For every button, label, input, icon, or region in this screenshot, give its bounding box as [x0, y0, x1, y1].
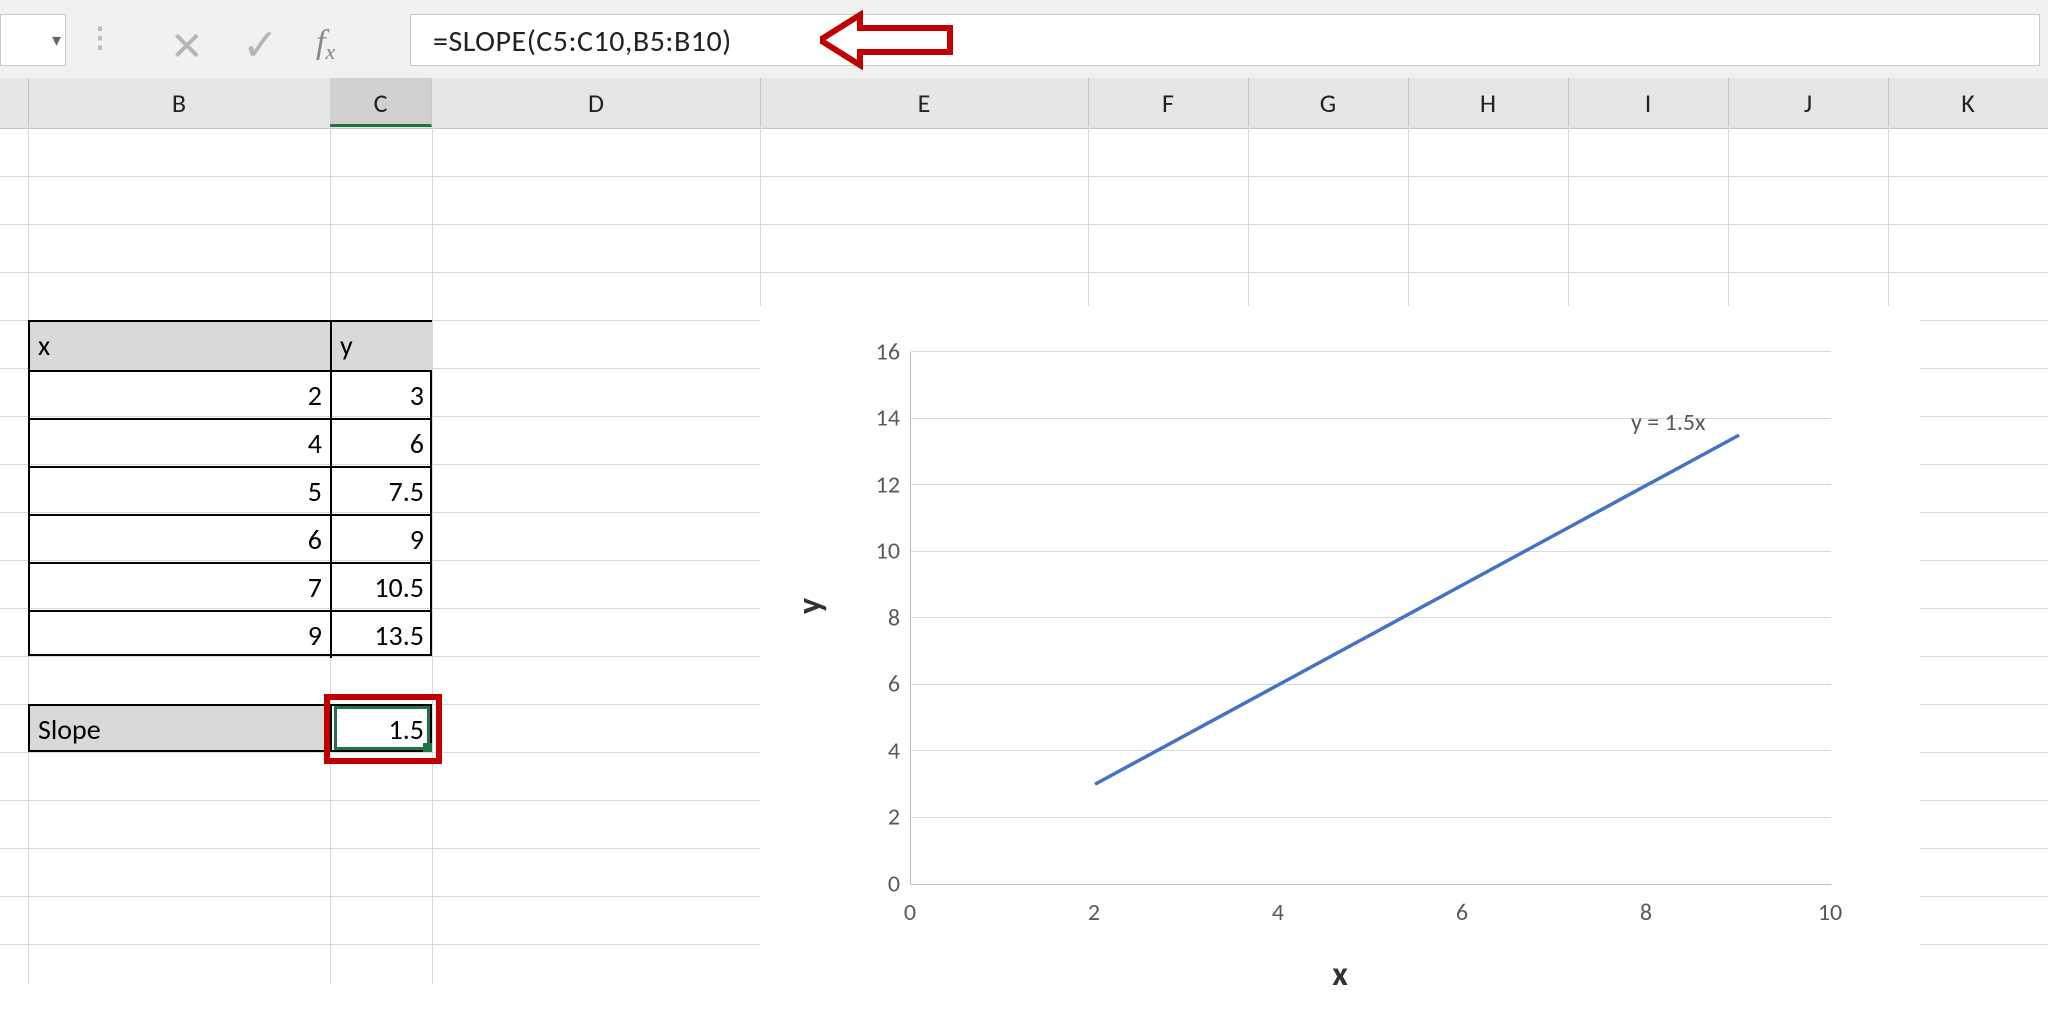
x-tick: 8	[1640, 898, 1652, 927]
column-header-C[interactable]: C	[330, 78, 432, 127]
name-box-dropdown-icon[interactable]: ▾	[52, 29, 61, 51]
slope-value[interactable]: 1.5	[332, 706, 432, 750]
cell-y[interactable]: 3	[332, 370, 432, 418]
column-header-I[interactable]: I	[1568, 78, 1729, 127]
y-tick: 0	[860, 870, 900, 899]
chart-y-axis-title: y	[790, 598, 831, 614]
trendline-equation: y = 1.5x	[1631, 408, 1705, 437]
x-tick: 6	[1456, 898, 1468, 927]
y-tick: 14	[860, 404, 900, 433]
cell-y[interactable]: 7.5	[332, 466, 432, 514]
chart-x-axis-title: x	[1332, 954, 1348, 995]
y-tick: 12	[860, 471, 900, 500]
formula-input[interactable]: =SLOPE(C5:C10,B5:B10)	[410, 14, 2040, 66]
column-header-F[interactable]: F	[1088, 78, 1249, 127]
data-table: x y 2 3 4 6 5 7.5 6 9 7 10.5 9 13.5	[28, 320, 432, 656]
y-tick: 6	[860, 670, 900, 699]
y-tick: 2	[860, 803, 900, 832]
cell-y[interactable]: 6	[332, 418, 432, 466]
table-header-x[interactable]: x	[30, 322, 332, 370]
y-tick: 8	[860, 604, 900, 633]
table-header-y[interactable]: y	[332, 322, 432, 370]
y-tick: 16	[860, 338, 900, 367]
slope-label[interactable]: Slope	[30, 706, 332, 750]
x-tick: 0	[904, 898, 916, 927]
cell-x[interactable]: 6	[30, 514, 332, 562]
y-tick: 4	[860, 737, 900, 766]
cell-x[interactable]: 9	[30, 610, 332, 658]
x-tick: 2	[1088, 898, 1100, 927]
separator-icon: ⋮	[86, 20, 114, 55]
column-header-G[interactable]: G	[1248, 78, 1409, 127]
spreadsheet-grid[interactable]: x y 2 3 4 6 5 7.5 6 9 7 10.5 9 13.5 Slop…	[0, 128, 2048, 984]
cell-x[interactable]: 4	[30, 418, 332, 466]
formula-text: =SLOPE(C5:C10,B5:B10)	[433, 23, 732, 60]
chart-plot-area: y = 1.5x	[910, 352, 1831, 885]
formula-bar: ▾ ⋮ ✕ ✓ fx =SLOPE(C5:C10,B5:B10)	[0, 0, 2048, 79]
slope-row: Slope 1.5	[28, 704, 432, 752]
cell-y[interactable]: 10.5	[332, 562, 432, 610]
cell-x[interactable]: 2	[30, 370, 332, 418]
column-header-K[interactable]: K	[1888, 78, 2048, 127]
arrow-annotation-icon	[820, 10, 960, 70]
enter-icon[interactable]: ✓	[242, 18, 279, 72]
y-tick: 10	[860, 537, 900, 566]
chart[interactable]: y x 16 14 12 10 8 6 4 2 0 0 2 4 6 8 10	[760, 306, 1920, 1034]
column-header-J[interactable]: J	[1728, 78, 1889, 127]
name-box[interactable]: ▾	[0, 14, 66, 66]
column-header-D[interactable]: D	[432, 78, 761, 127]
cell-y[interactable]: 9	[332, 514, 432, 562]
fx-icon[interactable]: fx	[316, 24, 335, 62]
column-header-B[interactable]: B	[28, 78, 331, 127]
column-header-H[interactable]: H	[1408, 78, 1569, 127]
x-tick: 4	[1272, 898, 1284, 927]
column-header-A[interactable]	[0, 78, 29, 127]
cell-x[interactable]: 5	[30, 466, 332, 514]
cancel-icon[interactable]: ✕	[170, 22, 204, 71]
cell-y[interactable]: 13.5	[332, 610, 432, 658]
column-headers: B C D E F G H I J K	[0, 78, 2048, 129]
cell-x[interactable]: 7	[30, 562, 332, 610]
column-header-E[interactable]: E	[760, 78, 1089, 127]
x-tick: 10	[1818, 898, 1842, 927]
